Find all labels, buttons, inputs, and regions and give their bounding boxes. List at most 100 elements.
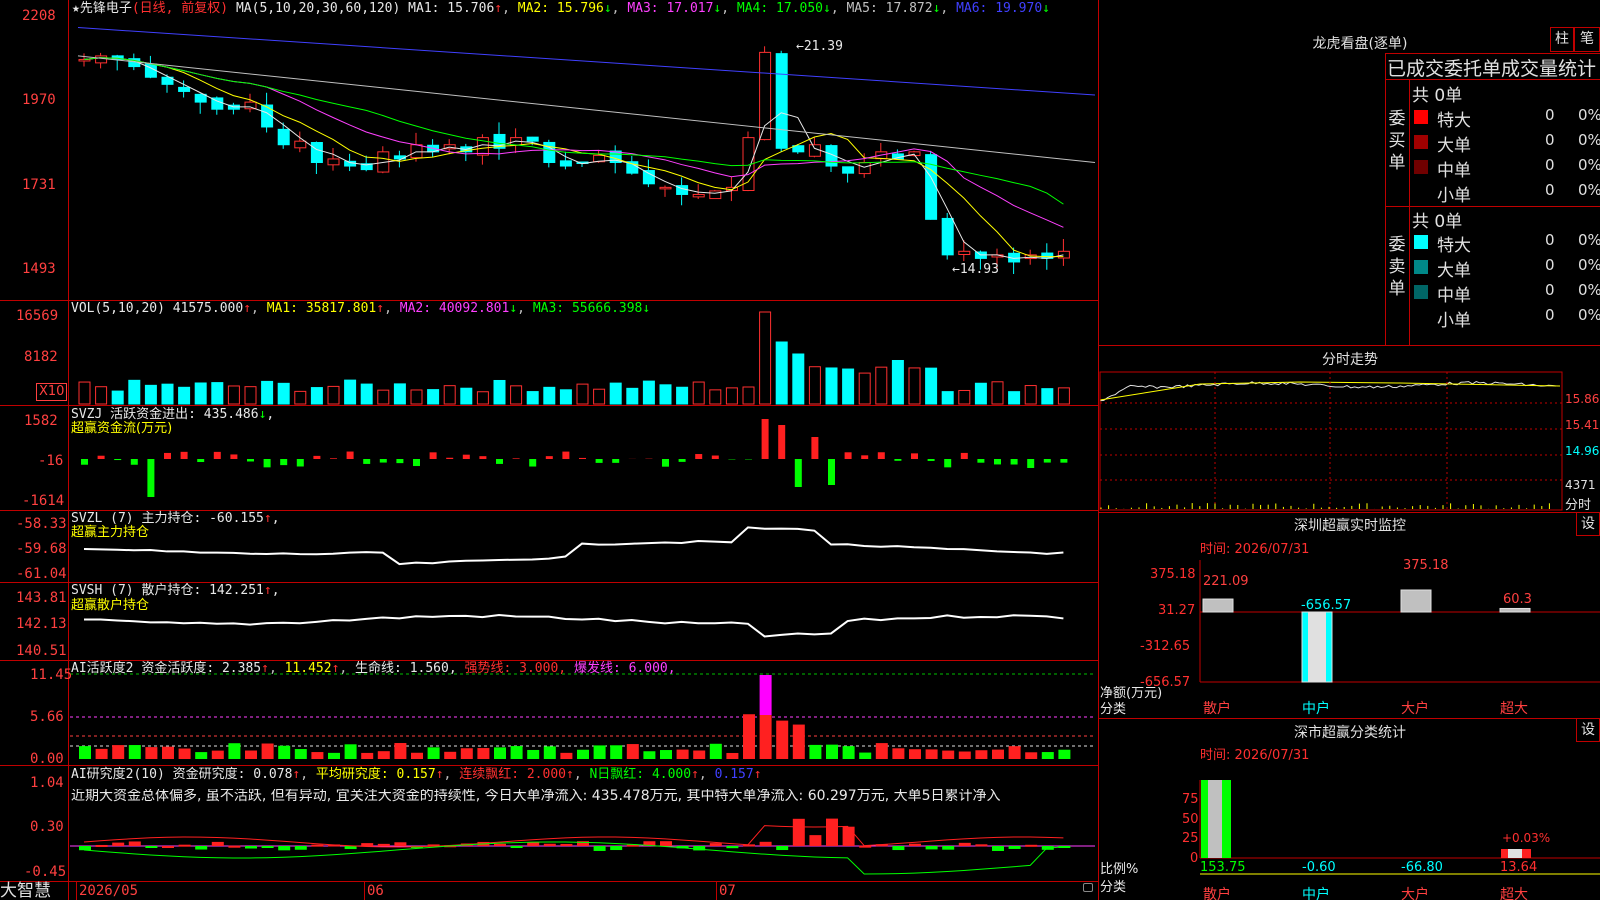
volume-bar [526, 391, 539, 405]
intraday-axis-label: 14.96 [1565, 444, 1600, 458]
ma1-dir: ↑ [494, 1, 503, 16]
vol-value: 41575.000 [172, 301, 244, 316]
activity-bar [709, 743, 722, 759]
intraday-sub-label: 分时 [1565, 498, 1592, 513]
ma2-label: MA2: 15.796 [517, 1, 604, 16]
activity-bar [593, 745, 606, 759]
high-price-value: 21.39 [803, 39, 843, 54]
activity-bar [394, 743, 407, 759]
activity-bar [195, 752, 208, 759]
price-axis-label: 2208 [22, 8, 56, 24]
sz-cat: 超大 [1500, 701, 1528, 717]
fund-flow-bar [1027, 459, 1035, 468]
fund-flow-bar [595, 459, 603, 463]
volume-bar [161, 383, 174, 405]
activity-bar [162, 746, 174, 759]
research-bar [709, 843, 722, 846]
buy-row-pct: 0% [1578, 106, 1600, 124]
dragon-title: 龙虎看盘(逐单) [1312, 36, 1408, 52]
vol-unit-button[interactable]: X10 [36, 383, 68, 401]
vol-panel-header: VOL(5,10,20) 41575.000↑, MA1: 35817.801↑… [71, 301, 651, 316]
intraday-axis-label: 15.41 [1565, 418, 1600, 432]
svzj-title: 超赢资金流(万元) [71, 421, 173, 436]
bar-mode-button[interactable]: 柱 [1550, 27, 1574, 52]
ma5-label: MA5: 17.872 [846, 1, 933, 16]
activity-bar [859, 752, 872, 759]
activity-bar [178, 748, 191, 759]
ma6-label: MA6: 19.970 [956, 1, 1043, 16]
fund-flow-bar [612, 459, 620, 463]
volume-bar [1008, 391, 1021, 405]
ma3-dir: ↓ [713, 1, 722, 16]
ai-research-nred: N日飘红: 4.000 [589, 767, 692, 782]
tick [716, 882, 717, 900]
candle [642, 170, 655, 185]
activity-bar [1008, 746, 1021, 759]
volume-bar [178, 386, 191, 405]
fund-flow-bar [313, 455, 321, 459]
activity-bar [427, 747, 440, 759]
sell-swatch-icon [1414, 260, 1428, 274]
sell-row-name: 中单 [1437, 286, 1471, 306]
activity-bar [145, 747, 158, 759]
sz-class-annotation: +0.03% [1502, 831, 1551, 845]
fund-flow-bar [711, 455, 719, 459]
fund-flow-bar [927, 459, 935, 461]
volume-bar [95, 386, 108, 405]
fund-flow-bar [230, 454, 238, 459]
sz-class-axis: 25 [1182, 831, 1199, 846]
volume-bar [958, 389, 971, 405]
sell-orders-label: 委卖单 [1388, 235, 1406, 299]
activity-bar [1025, 752, 1038, 759]
ma-line [77, 27, 1096, 96]
research-bar [660, 841, 672, 846]
fund-flow-bar [197, 459, 205, 463]
activity-bar [261, 743, 274, 759]
activity-bar [660, 750, 672, 759]
volume-bar [559, 389, 572, 405]
tick-mode-button[interactable]: 笔 [1574, 27, 1600, 52]
activity-bar [975, 750, 988, 759]
fund-flow-bar [496, 459, 503, 464]
svsh-value: SVSH (7) 散户持仓: 142.251 [71, 583, 264, 598]
fund-flow-bar [429, 452, 437, 459]
dragon-header: 已成交委托单成交量统计 [1387, 58, 1597, 80]
candle [659, 186, 672, 190]
volume-bar [476, 391, 489, 405]
sz-monitor-bar [1308, 612, 1326, 682]
sz-class-axis: 50 [1182, 812, 1199, 827]
research-bar [394, 842, 407, 846]
time-axis-label: 2026/05 [79, 883, 139, 899]
ma6-dir: ↓ [1042, 1, 1050, 16]
fund-flow-bar [994, 459, 1001, 465]
sell-swatch-icon [1414, 235, 1428, 249]
fund-flow-bar [363, 459, 371, 464]
research-bar [942, 846, 955, 850]
sz-monitor-axis: 31.27 [1158, 603, 1196, 618]
activity-bar [527, 749, 540, 759]
fund-flow-bar [330, 458, 337, 459]
kline-chart[interactable] [0, 0, 1600, 900]
fund-flow-bar [761, 419, 769, 459]
activity-bar [693, 750, 706, 759]
divider [1409, 79, 1410, 345]
vol-ma1: MA1: 35817.801 [266, 301, 377, 316]
ma4-dir: ↓ [823, 1, 831, 16]
volume-bar [709, 389, 722, 405]
volume-bar [78, 381, 91, 405]
volume-bar [294, 390, 307, 405]
volume-bar [327, 385, 340, 405]
lock-icon[interactable] [1083, 883, 1093, 892]
sz-class-settings-button[interactable]: 设 [1576, 718, 1600, 742]
volume-bar [659, 384, 672, 405]
activity-bar [328, 752, 340, 759]
candle [277, 128, 290, 146]
sell-swatch-icon [1414, 285, 1428, 299]
volume-bar [493, 379, 506, 405]
activity-bar [477, 748, 490, 759]
sz-value: 375.18 [1403, 558, 1449, 573]
price-panel-header: ★先锋电子(日线, 前复权) MA(5,10,20,30,60,120) MA1… [72, 1, 1050, 16]
volume-bar [875, 366, 888, 405]
sz-monitor-settings-button[interactable]: 设 [1576, 512, 1600, 536]
research-bar [909, 843, 921, 846]
